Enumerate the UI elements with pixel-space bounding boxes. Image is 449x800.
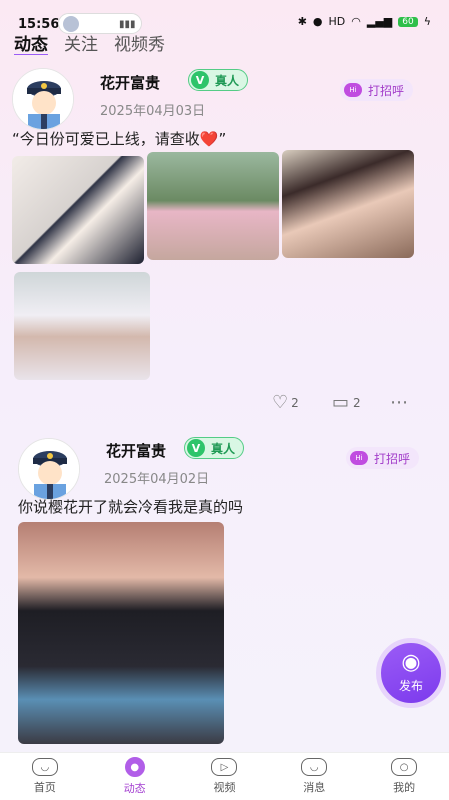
avatar[interactable]: [12, 68, 74, 130]
status-bar: 15:56 ▮▮▮ ✱ ● HD ◠ ▂▄▆ 60 ϟ: [0, 0, 449, 34]
verified-badge: V 真人: [188, 69, 249, 91]
verified-check-icon: V: [187, 439, 205, 457]
avatar[interactable]: [18, 438, 80, 500]
comment-icon: ▭: [332, 392, 350, 413]
bottom-nav: ◡ 首页 ● 动态 ▷ 视频 ◡ 消息 ○ 我的: [0, 752, 449, 800]
username[interactable]: 花开富贵: [106, 440, 166, 461]
greet-button[interactable]: Hi 打招呼: [340, 79, 414, 101]
nav-video[interactable]: ▷ 视频: [180, 753, 270, 800]
heart-emoji: ❤️: [199, 130, 219, 148]
tab-following[interactable]: 关注: [64, 30, 98, 55]
home-icon: ◡: [31, 758, 58, 776]
battery-icon: 60: [398, 16, 418, 27]
username[interactable]: 花开富贵: [100, 72, 160, 93]
audio-wave-icon: ▮▮▮: [119, 19, 136, 30]
post-card: 花开富贵 V 真人 2025年04月02日 Hi 打招呼 你说樱花开了就会冷看我…: [0, 434, 449, 752]
nav-home[interactable]: ◡ 首页: [0, 753, 90, 800]
verified-check-icon: V: [191, 71, 209, 89]
nav-feed[interactable]: ● 动态: [90, 753, 180, 800]
like-action[interactable]: ♡ 2: [272, 392, 299, 413]
verified-badge: V 真人: [184, 437, 245, 459]
post-date: 2025年04月03日: [100, 104, 206, 119]
post-date: 2025年04月02日: [104, 472, 210, 487]
post-image[interactable]: [18, 522, 224, 744]
location-icon: ●: [312, 15, 323, 28]
police-avatar-icon: [19, 439, 79, 499]
post-image[interactable]: [147, 152, 279, 260]
comment-action[interactable]: ▭ 2: [332, 392, 361, 413]
more-button[interactable]: ⋯: [390, 392, 408, 413]
more-icon: ⋯: [390, 392, 408, 413]
post-image[interactable]: [282, 150, 414, 258]
heart-icon: ♡: [272, 392, 289, 413]
hd-icon: HD: [328, 15, 346, 28]
hi-icon: Hi: [350, 451, 368, 465]
wifi-icon: ◠: [351, 15, 361, 28]
tab-feed[interactable]: 动态: [14, 30, 48, 55]
tab-video-show[interactable]: 视频秀: [114, 30, 165, 55]
charging-icon: ϟ: [423, 15, 431, 28]
camera-icon: ◉: [401, 650, 421, 675]
post-content: 你说樱花开了就会冷看我是真的吗: [18, 498, 244, 516]
nav-profile[interactable]: ○ 我的: [359, 753, 449, 800]
status-icons: ✱ ● HD ◠ ▂▄▆ 60 ϟ: [298, 15, 431, 28]
bluetooth-icon: ✱: [297, 15, 307, 28]
post-content: “今日份可爱已上线，请查收❤️”: [12, 130, 227, 148]
comment-count: 2: [353, 395, 361, 410]
post-image[interactable]: [14, 272, 150, 380]
police-avatar-icon: [13, 69, 73, 129]
signal-icon: ▂▄▆: [366, 15, 393, 28]
greet-button[interactable]: Hi 打招呼: [346, 447, 420, 469]
feed-icon: ●: [124, 757, 145, 777]
hi-icon: Hi: [344, 83, 362, 97]
video-icon: ▷: [211, 758, 238, 776]
post-card: 花开富贵 V 真人 2025年04月03日 Hi 打招呼 “今日份可爱已上线，请…: [0, 66, 449, 426]
message-icon: ◡: [301, 758, 328, 776]
nav-messages[interactable]: ◡ 消息: [269, 753, 359, 800]
post-image[interactable]: [12, 156, 144, 264]
publish-button[interactable]: ◉ 发布: [376, 638, 446, 708]
like-count: 2: [291, 395, 299, 410]
profile-icon: ○: [391, 758, 418, 776]
top-tabs: 动态 关注 视频秀: [14, 30, 165, 55]
